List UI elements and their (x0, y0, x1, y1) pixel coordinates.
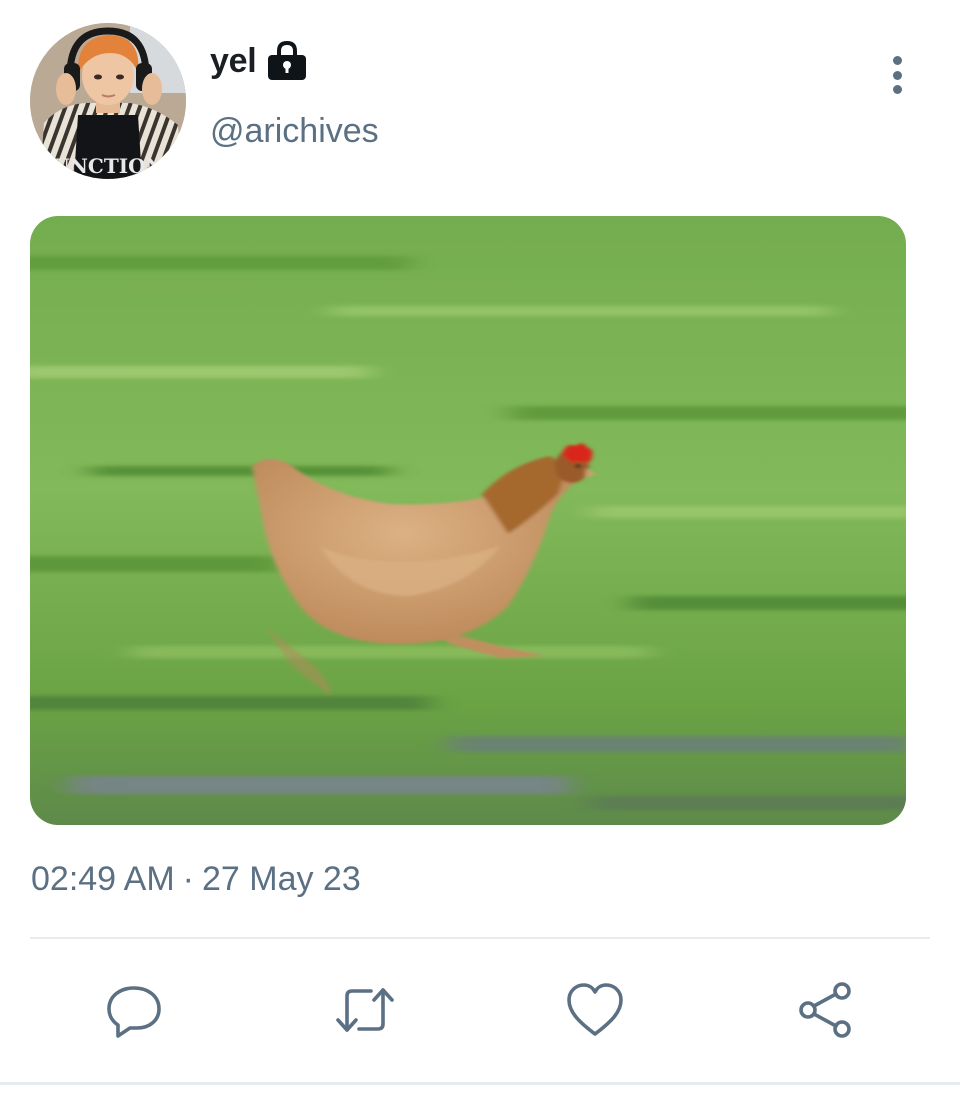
user-name-row: yel (210, 40, 308, 82)
tweet-timestamp[interactable]: 02:49 AM · 27 May 23 (31, 860, 361, 899)
like-button[interactable] (565, 980, 625, 1040)
retweet-icon (336, 988, 394, 1032)
reply-button[interactable] (104, 980, 164, 1040)
more-vertical-icon (892, 56, 902, 65)
bottom-divider (0, 1082, 960, 1085)
avatar-shirt-text: UNCTION (52, 154, 164, 178)
chicken-photo (30, 216, 906, 825)
timestamp-separator: · (182, 860, 194, 898)
more-dot (892, 70, 902, 80)
user-handle[interactable]: @arichives (210, 112, 379, 151)
display-name[interactable]: yel (210, 42, 257, 81)
avatar-photo: UNCTION (30, 23, 186, 179)
retweet-button[interactable] (335, 980, 395, 1040)
divider (30, 937, 930, 939)
timestamp-date: 27 May 23 (201, 860, 361, 898)
more-options-button[interactable] (880, 50, 914, 100)
heart-icon (567, 983, 623, 1036)
share-icon (799, 982, 851, 1038)
lock-icon (266, 40, 308, 82)
timestamp-time: 02:49 AM (31, 860, 175, 898)
avatar[interactable]: UNCTION (30, 23, 186, 179)
tweet-media-image[interactable] (30, 216, 906, 825)
reply-icon (107, 986, 161, 1038)
share-button[interactable] (796, 980, 856, 1040)
tweet-detail: UNCTION yel @arichives 02:49 AM · 27 May… (0, 0, 960, 1102)
more-dot (892, 85, 902, 94)
